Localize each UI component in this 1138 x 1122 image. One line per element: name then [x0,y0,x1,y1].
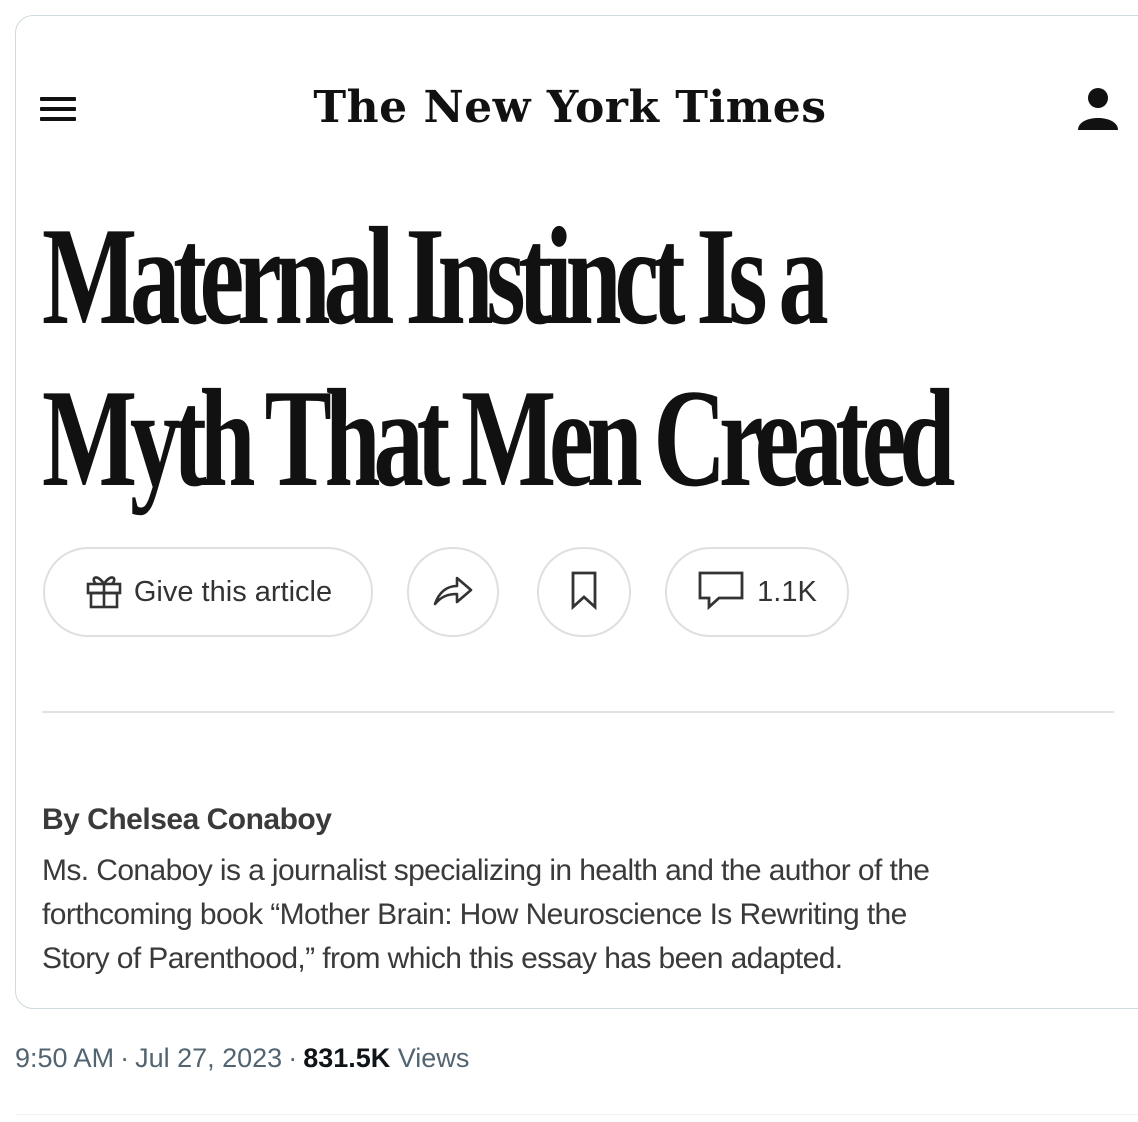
views-label[interactable]: Views [398,1043,470,1073]
gift-icon [84,570,124,615]
nyt-masthead-logo: The New York Times [313,82,827,133]
comment-bubble-icon [697,570,745,615]
section-divider [42,711,1114,713]
views-count[interactable]: 831.5K [303,1043,390,1073]
author-bio-line-2: forthcoming book “Mother Brain: How Neur… [42,898,907,931]
author-bio-line-3: Story of Parenthood,” from which this es… [42,942,843,975]
headline-line-1: Maternal Instinct Is a [42,199,829,354]
meta-separator: · [288,1043,298,1073]
author-bio: Ms. Conaboy is a journalist specializing… [42,849,1132,981]
user-account-icon[interactable] [1072,84,1124,136]
tweet-time[interactable]: 9:50 AM [15,1043,114,1073]
comments-count: 1.1K [757,575,817,608]
save-bookmark-button[interactable] [537,547,631,637]
comments-button[interactable]: 1.1K [665,547,849,637]
meta-separator: · [120,1043,130,1073]
tweet-divider [15,1114,1138,1115]
embedded-article-image[interactable]: The New York Times Maternal Instinct Is … [15,15,1138,1009]
author-bio-line-1: Ms. Conaboy is a journalist specializing… [42,854,930,887]
tweet-metadata: 9:50 AM · Jul 27, 2023 · 831.5K Views [15,1043,469,1074]
article-headline: Maternal Instinct Is a Myth That Men Cre… [42,196,955,520]
give-article-button[interactable]: Give this article [43,547,373,637]
author-byline: By Chelsea Conaboy [42,803,332,836]
give-article-label: Give this article [133,575,333,608]
share-button[interactable] [407,547,499,637]
headline-line-2: Myth That Men Created [42,361,955,516]
bookmark-icon [568,570,600,615]
tweet-date[interactable]: Jul 27, 2023 [135,1043,282,1073]
share-arrow-icon [431,572,475,613]
